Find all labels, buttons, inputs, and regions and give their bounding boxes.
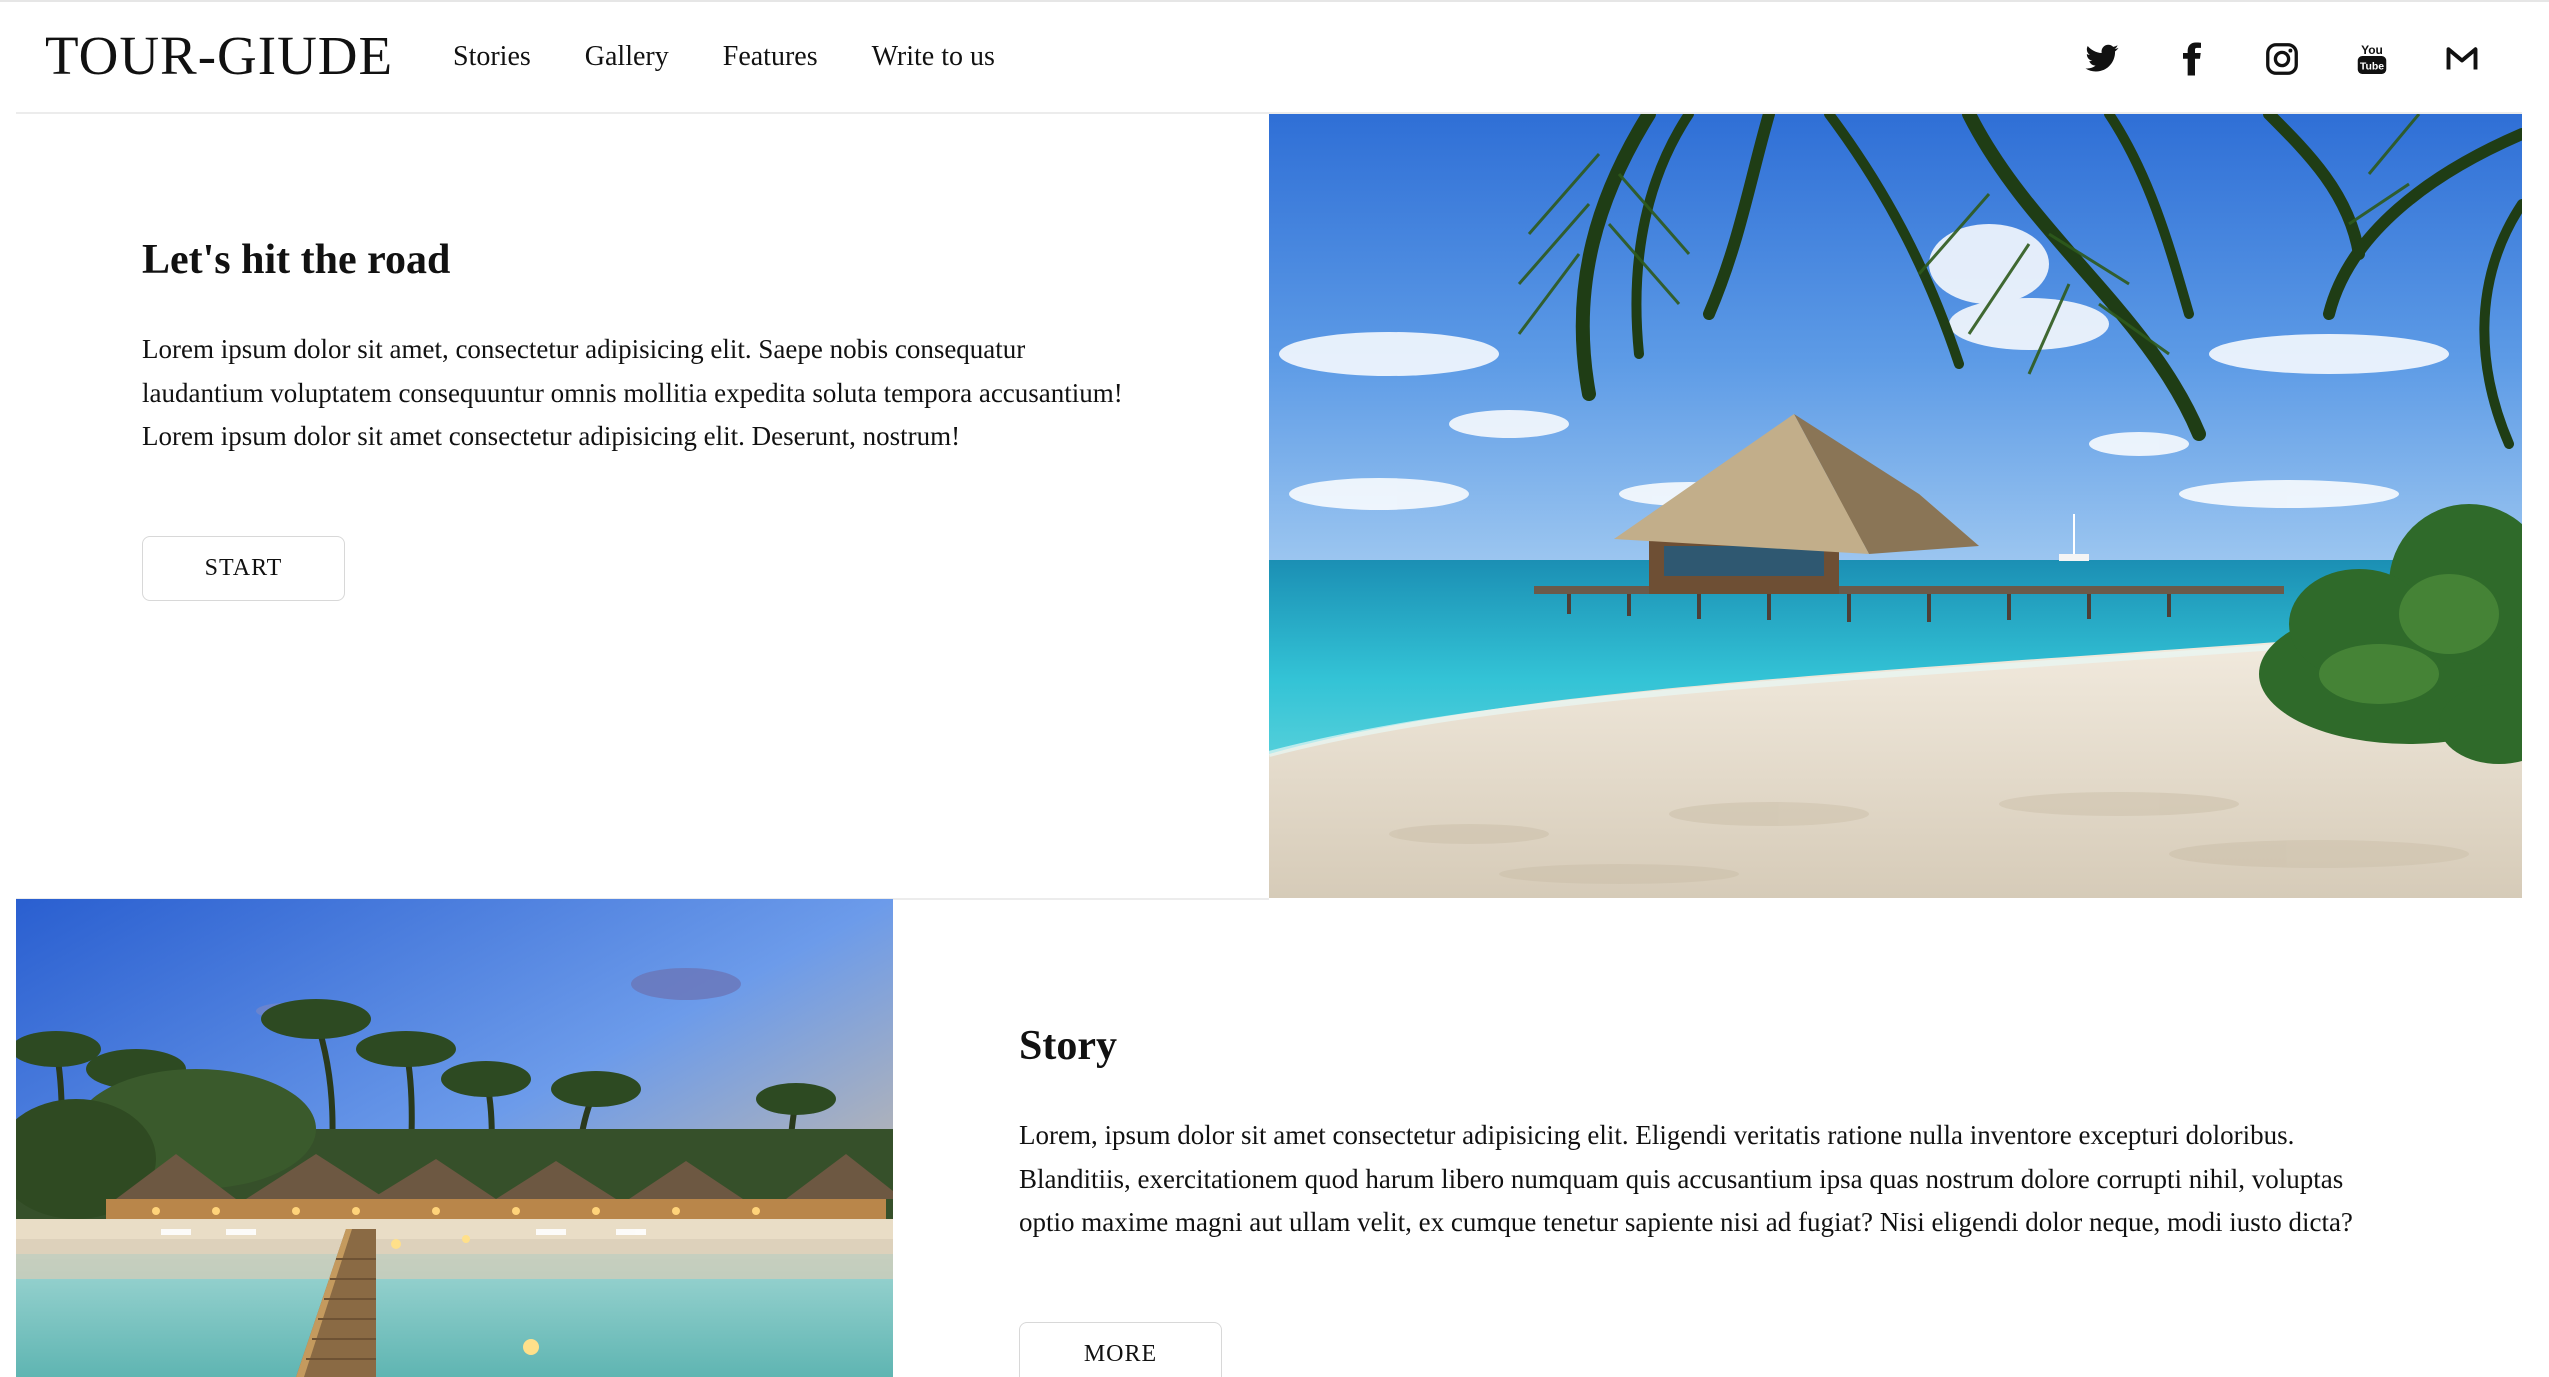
intro-text: Let's hit the road Lorem ipsum dolor sit… — [142, 230, 1142, 459]
start-button[interactable]: START — [142, 536, 345, 601]
nav-item-write-to-us[interactable]: Write to us — [872, 38, 995, 76]
mail-icon[interactable] — [2439, 36, 2485, 82]
story-title: Story — [1019, 1023, 1117, 1069]
nav-item-gallery[interactable]: Gallery — [585, 38, 669, 76]
more-button[interactable]: MORE — [1019, 1322, 1222, 1377]
site-logo[interactable]: TOUR-GIUDE — [45, 24, 393, 88]
social-links: You Tube — [1989, 36, 2549, 82]
youtube-icon[interactable]: You Tube — [2349, 36, 2395, 82]
site-header: TOUR-GIUDE Stories Gallery Features Writ… — [0, 2, 2549, 112]
nav-item-features[interactable]: Features — [723, 38, 818, 76]
facebook-icon[interactable] — [2169, 36, 2215, 82]
svg-text:You: You — [2361, 43, 2383, 57]
instagram-icon[interactable] — [2259, 36, 2305, 82]
twitter-icon[interactable] — [2079, 36, 2125, 82]
intro-paragraph-1: Lorem ipsum dolor sit amet, consectetur … — [142, 334, 1123, 408]
story-text: Story Lorem, ipsum dolor sit amet consec… — [1019, 1016, 2379, 1245]
svg-text:Tube: Tube — [2360, 61, 2384, 73]
main-nav: Stories Gallery Features Write to us — [453, 38, 995, 76]
story-paragraph: Lorem, ipsum dolor sit amet consectetur … — [1019, 1120, 2353, 1237]
beach-bungalow-image — [1269, 114, 2522, 898]
nav-item-stories[interactable]: Stories — [453, 38, 531, 76]
resort-sunset-image — [16, 899, 893, 1377]
intro-paragraph-2: Lorem ipsum dolor sit amet consectetur a… — [142, 421, 961, 451]
intro-title: Let's hit the road — [142, 237, 451, 283]
